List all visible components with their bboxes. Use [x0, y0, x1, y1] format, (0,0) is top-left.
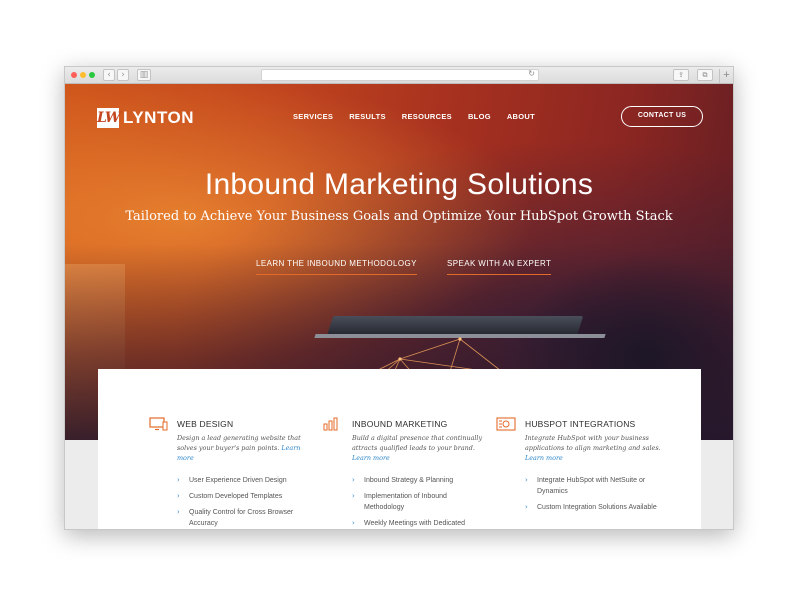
tabs-icon[interactable]: ⧉	[697, 69, 713, 81]
zoom-window-button[interactable]	[89, 72, 95, 78]
learn-more-link[interactable]: Learn more	[525, 454, 563, 462]
logo-text: LYNTON	[123, 108, 195, 127]
service-description: Design a lead generating website that so…	[177, 434, 301, 462]
hero-title: Inbound Marketing Solutions	[204, 168, 594, 201]
service-inbound-marketing: INBOUND MARKETING Build a digital presen…	[323, 417, 488, 529]
address-bar[interactable]: ↻	[261, 69, 539, 81]
new-tab-icon[interactable]: +	[719, 69, 733, 83]
services-card: WEB DESIGN Design a lead generating webs…	[98, 369, 701, 529]
back-icon[interactable]: ‹	[103, 69, 115, 81]
browser-window: ‹ › ▥ ↻ ⇪ ⧉ + LW LYNTON SERVICES RESULTS…	[64, 66, 734, 530]
service-title: INBOUND MARKETING	[352, 419, 448, 429]
service-features: › User Experience Driven Design › Custom D…	[177, 475, 313, 529]
main-nav: SERVICES RESULTS RESOURCES BLOG ABOUT	[293, 112, 535, 121]
list-item: › Custom Integration Solutions Available	[525, 503, 657, 511]
chevron-right-icon: ›	[177, 508, 180, 516]
logo[interactable]: LW LYNTON	[97, 107, 194, 129]
service-description: Build a digital presence that continuall…	[352, 434, 483, 462]
contact-us-button[interactable]: CONTACT US	[621, 106, 703, 127]
speak-expert-link[interactable]: SPEAK WITH AN EXPERT	[447, 259, 552, 275]
learn-methodology-link[interactable]: LEARN THE INBOUND METHODOLOGY	[256, 259, 417, 275]
list-item: › User Experience Driven Design	[177, 476, 287, 484]
service-hubspot-integrations: HUBSPOT INTEGRATIONS Integrate HubSpot w…	[496, 417, 661, 518]
list-item: › Weekly Meetings with Dedicated	[352, 519, 466, 527]
forward-icon[interactable]: ›	[117, 69, 129, 81]
list-item: › Quality Control for Cross Browser Accur…	[177, 508, 294, 527]
service-web-design: WEB DESIGN Design a lead generating webs…	[148, 417, 313, 529]
chevron-right-icon: ›	[352, 492, 355, 500]
list-item: › Integrate HubSpot with NetSuite or Dyna…	[525, 476, 646, 495]
logo-mark: LW	[97, 108, 121, 128]
chevron-right-icon: ›	[525, 503, 528, 511]
chevron-right-icon: ›	[177, 476, 180, 484]
service-title: HUBSPOT INTEGRATIONS	[525, 419, 636, 429]
chevron-right-icon: ›	[525, 476, 528, 484]
nav-item-results[interactable]: RESULTS	[349, 112, 386, 121]
minimize-window-button[interactable]	[80, 72, 86, 78]
list-item: › Implementation of Inbound Methodology	[352, 492, 447, 511]
browser-titlebar: ‹ › ▥ ↻ ⇪ ⧉ +	[65, 67, 733, 84]
sidebar-icon[interactable]: ▥	[137, 69, 151, 81]
nav-item-resources[interactable]: RESOURCES	[402, 112, 452, 121]
monitor-icon	[149, 417, 168, 431]
nav-item-services[interactable]: SERVICES	[293, 112, 333, 121]
service-features: › Inbound Strategy & Planning › Implementa…	[352, 475, 488, 529]
learn-more-link[interactable]: Learn more	[352, 454, 390, 462]
hero-subtitle: Tailored to Achieve Your Business Goals …	[125, 209, 673, 224]
list-item: › Custom Developed Templates	[177, 492, 283, 500]
chevron-right-icon: ›	[177, 492, 180, 500]
nav-item-about[interactable]: ABOUT	[507, 112, 535, 121]
list-item: › Inbound Strategy & Planning	[352, 476, 454, 484]
service-features: › Integrate HubSpot with NetSuite or Dyna…	[525, 475, 661, 513]
service-description: Integrate HubSpot with your business app…	[525, 434, 661, 462]
integration-icon	[496, 417, 516, 431]
chevron-right-icon: ›	[352, 476, 355, 484]
reload-icon[interactable]: ↻	[528, 69, 535, 78]
close-window-button[interactable]	[71, 72, 77, 78]
share-icon[interactable]: ⇪	[673, 69, 689, 81]
bar-chart-icon	[323, 417, 338, 431]
service-title: WEB DESIGN	[177, 419, 234, 429]
chevron-right-icon: ›	[352, 519, 355, 527]
nav-item-blog[interactable]: BLOG	[468, 112, 491, 121]
